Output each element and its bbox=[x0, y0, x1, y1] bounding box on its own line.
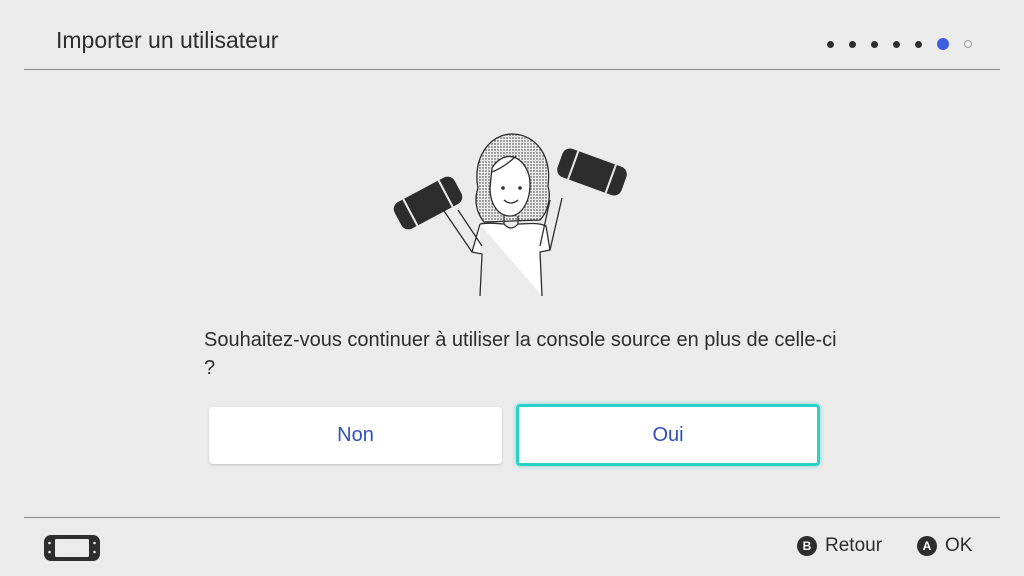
step-progress-indicator bbox=[827, 38, 972, 50]
progress-dot bbox=[893, 40, 900, 48]
page-title: Importer un utilisateur bbox=[56, 27, 279, 53]
header-divider bbox=[24, 69, 1000, 70]
progress-dot bbox=[849, 40, 856, 48]
no-button-label: Non bbox=[337, 424, 374, 446]
woman-holding-consoles-illustration bbox=[393, 133, 627, 297]
dialog-question: Souhaitez-vous continuer à utiliser la c… bbox=[204, 329, 837, 379]
ok-hint[interactable]: A OK bbox=[917, 535, 972, 557]
back-label: Retour bbox=[825, 535, 883, 556]
yes-button-label: Oui bbox=[652, 423, 684, 446]
b-button-icon: B bbox=[797, 536, 817, 556]
a-button-icon: A bbox=[917, 536, 937, 556]
progress-dot-pending bbox=[964, 40, 972, 48]
back-hint[interactable]: B Retour bbox=[797, 535, 882, 557]
yes-button[interactable]: Oui bbox=[516, 404, 820, 466]
no-button[interactable]: Non bbox=[209, 407, 502, 464]
ok-label: OK bbox=[945, 535, 973, 556]
header: Importer un utilisateur bbox=[0, 0, 1024, 70]
progress-dot bbox=[827, 40, 834, 48]
progress-dot-current bbox=[937, 38, 949, 50]
footer-divider bbox=[24, 517, 1000, 518]
progress-dot bbox=[871, 40, 878, 48]
progress-dot bbox=[915, 40, 922, 48]
handheld-console-icon bbox=[44, 535, 100, 561]
